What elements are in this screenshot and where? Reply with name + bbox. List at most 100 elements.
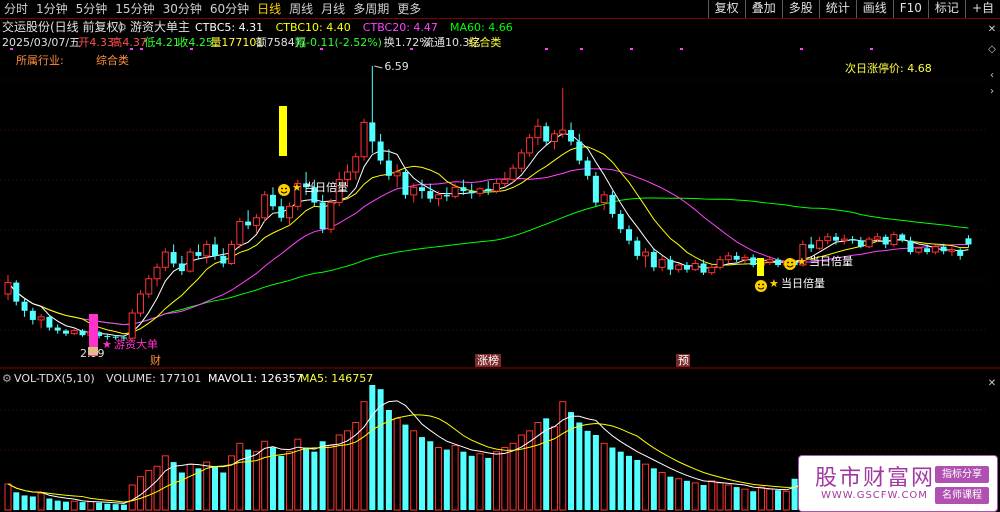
- candle-body-up: [873, 236, 881, 240]
- volume-bar-up: [600, 442, 608, 511]
- candle-body-up: [410, 186, 418, 196]
- candle-body-up: [948, 249, 956, 252]
- close-icon[interactable]: ✕: [986, 24, 998, 36]
- yzdd-label: 游资大单: [114, 337, 158, 351]
- candle-body-down: [584, 160, 591, 176]
- volume-value: VOLUME: 177101: [106, 372, 201, 385]
- watermark-url: WWW.GSCFW.COM: [821, 490, 928, 501]
- candle-body-down: [29, 310, 36, 320]
- volume-bar-down: [369, 385, 376, 510]
- candle-body-down: [543, 126, 550, 142]
- ma-value-1: CTBC10: 4.40: [276, 21, 351, 34]
- candle-body-up: [534, 125, 542, 139]
- yu-tag: 预: [678, 354, 689, 367]
- chevron-right-icon[interactable]: ›: [986, 86, 998, 98]
- candle-body-down: [650, 252, 657, 268]
- volume-bar-down: [195, 468, 202, 510]
- candle-body-down: [667, 259, 674, 270]
- candle-body-up: [509, 167, 517, 181]
- candle-body-down: [907, 240, 914, 253]
- candle-body-down: [79, 330, 86, 336]
- cai-tag: 财: [150, 353, 161, 367]
- info-field-4: 收4.25: [177, 35, 213, 49]
- volume-bar-up: [642, 463, 650, 511]
- event-dot: [800, 48, 803, 50]
- smiley-icon-eye: [281, 187, 283, 190]
- event-dot: [190, 48, 193, 50]
- candle-body-up: [600, 194, 608, 203]
- volume-bar-down: [212, 466, 218, 510]
- candle-body-up: [865, 238, 873, 248]
- candle-body-down: [319, 202, 326, 230]
- event-dot: [870, 48, 873, 50]
- smiley-icon: [278, 184, 290, 196]
- candle-body-down: [683, 265, 690, 270]
- candle-body-down: [576, 141, 583, 161]
- close-volume-icon[interactable]: ✕: [986, 378, 998, 390]
- volume-bar-up: [393, 417, 401, 511]
- volume-bar-down: [96, 502, 103, 510]
- candle-body-down: [485, 188, 492, 192]
- candle-body-down: [940, 246, 947, 252]
- volume-bar-down: [791, 478, 798, 510]
- volume-bar-down: [220, 472, 227, 510]
- volume-bar-down: [667, 476, 674, 510]
- volume-bar-down: [634, 460, 641, 510]
- volume-bar-up: [286, 451, 294, 511]
- event-dot: [10, 48, 13, 50]
- volume-bar-down: [62, 501, 69, 510]
- candle-body-up: [741, 256, 749, 261]
- volume-bar-down: [609, 447, 616, 510]
- volume-bar-up: [509, 442, 517, 511]
- smiley-icon-eye: [791, 261, 793, 264]
- candle-body-up: [4, 282, 12, 295]
- volume-bar-down: [775, 490, 782, 510]
- candle-body-down: [427, 191, 434, 199]
- candle-body-up: [203, 243, 211, 257]
- volume-bar-up: [236, 442, 244, 511]
- candle-body-up: [435, 194, 443, 200]
- volume-bar-up: [153, 465, 161, 511]
- candle-body-down: [443, 194, 450, 197]
- volume-bar-up: [186, 463, 194, 511]
- info-field-1: 开4.33: [78, 36, 114, 49]
- candle-body-down: [369, 122, 376, 142]
- bei-label: 当日倍量: [781, 276, 825, 290]
- candle-body-up: [691, 263, 699, 271]
- candle-body-down: [568, 130, 575, 142]
- candle-body-up: [559, 129, 567, 135]
- max-pointer: [374, 65, 383, 69]
- industry-value: 综合类: [96, 53, 129, 67]
- candle-body-up: [526, 137, 534, 154]
- volume-bar-up: [128, 484, 136, 511]
- candle-body-up: [128, 312, 136, 339]
- volume-bar-down: [79, 502, 86, 510]
- kline-chart[interactable]: 交运股份(日线 前复权)⚙ 游资大单主 CTBC5: 4.31 CTBC10: 4.4…: [0, 0, 1000, 512]
- candle-body-up: [658, 259, 666, 268]
- candle-body-down: [775, 259, 782, 266]
- candle-body-up: [360, 121, 368, 158]
- candle-body-down: [609, 194, 616, 214]
- star-icon: ★: [797, 255, 807, 268]
- candle-body-up: [136, 293, 144, 314]
- candle-body-up: [451, 186, 459, 197]
- event-dot: [545, 48, 548, 50]
- volume-bar-down: [427, 441, 434, 510]
- candle-body-up: [186, 251, 194, 272]
- volume-bar-down: [460, 451, 467, 510]
- expand-icon[interactable]: ◇: [986, 44, 998, 56]
- stock-title: 交运股份(日线 前复权): [2, 19, 123, 34]
- volume-bar-up: [716, 482, 724, 511]
- volume-bar-down: [377, 389, 384, 510]
- candle-body-down: [54, 327, 61, 331]
- candle-body-down: [104, 335, 111, 337]
- event-dot: [410, 48, 413, 50]
- volume-bar-up: [261, 440, 269, 511]
- candle-body-down: [700, 263, 707, 273]
- candle-body-up: [37, 316, 45, 321]
- volume-bar-down: [733, 487, 740, 510]
- candle-body-down: [46, 316, 53, 328]
- volume-bar-down: [485, 457, 492, 510]
- candle-body-down: [269, 194, 276, 207]
- chevron-left-icon[interactable]: ‹: [986, 70, 998, 82]
